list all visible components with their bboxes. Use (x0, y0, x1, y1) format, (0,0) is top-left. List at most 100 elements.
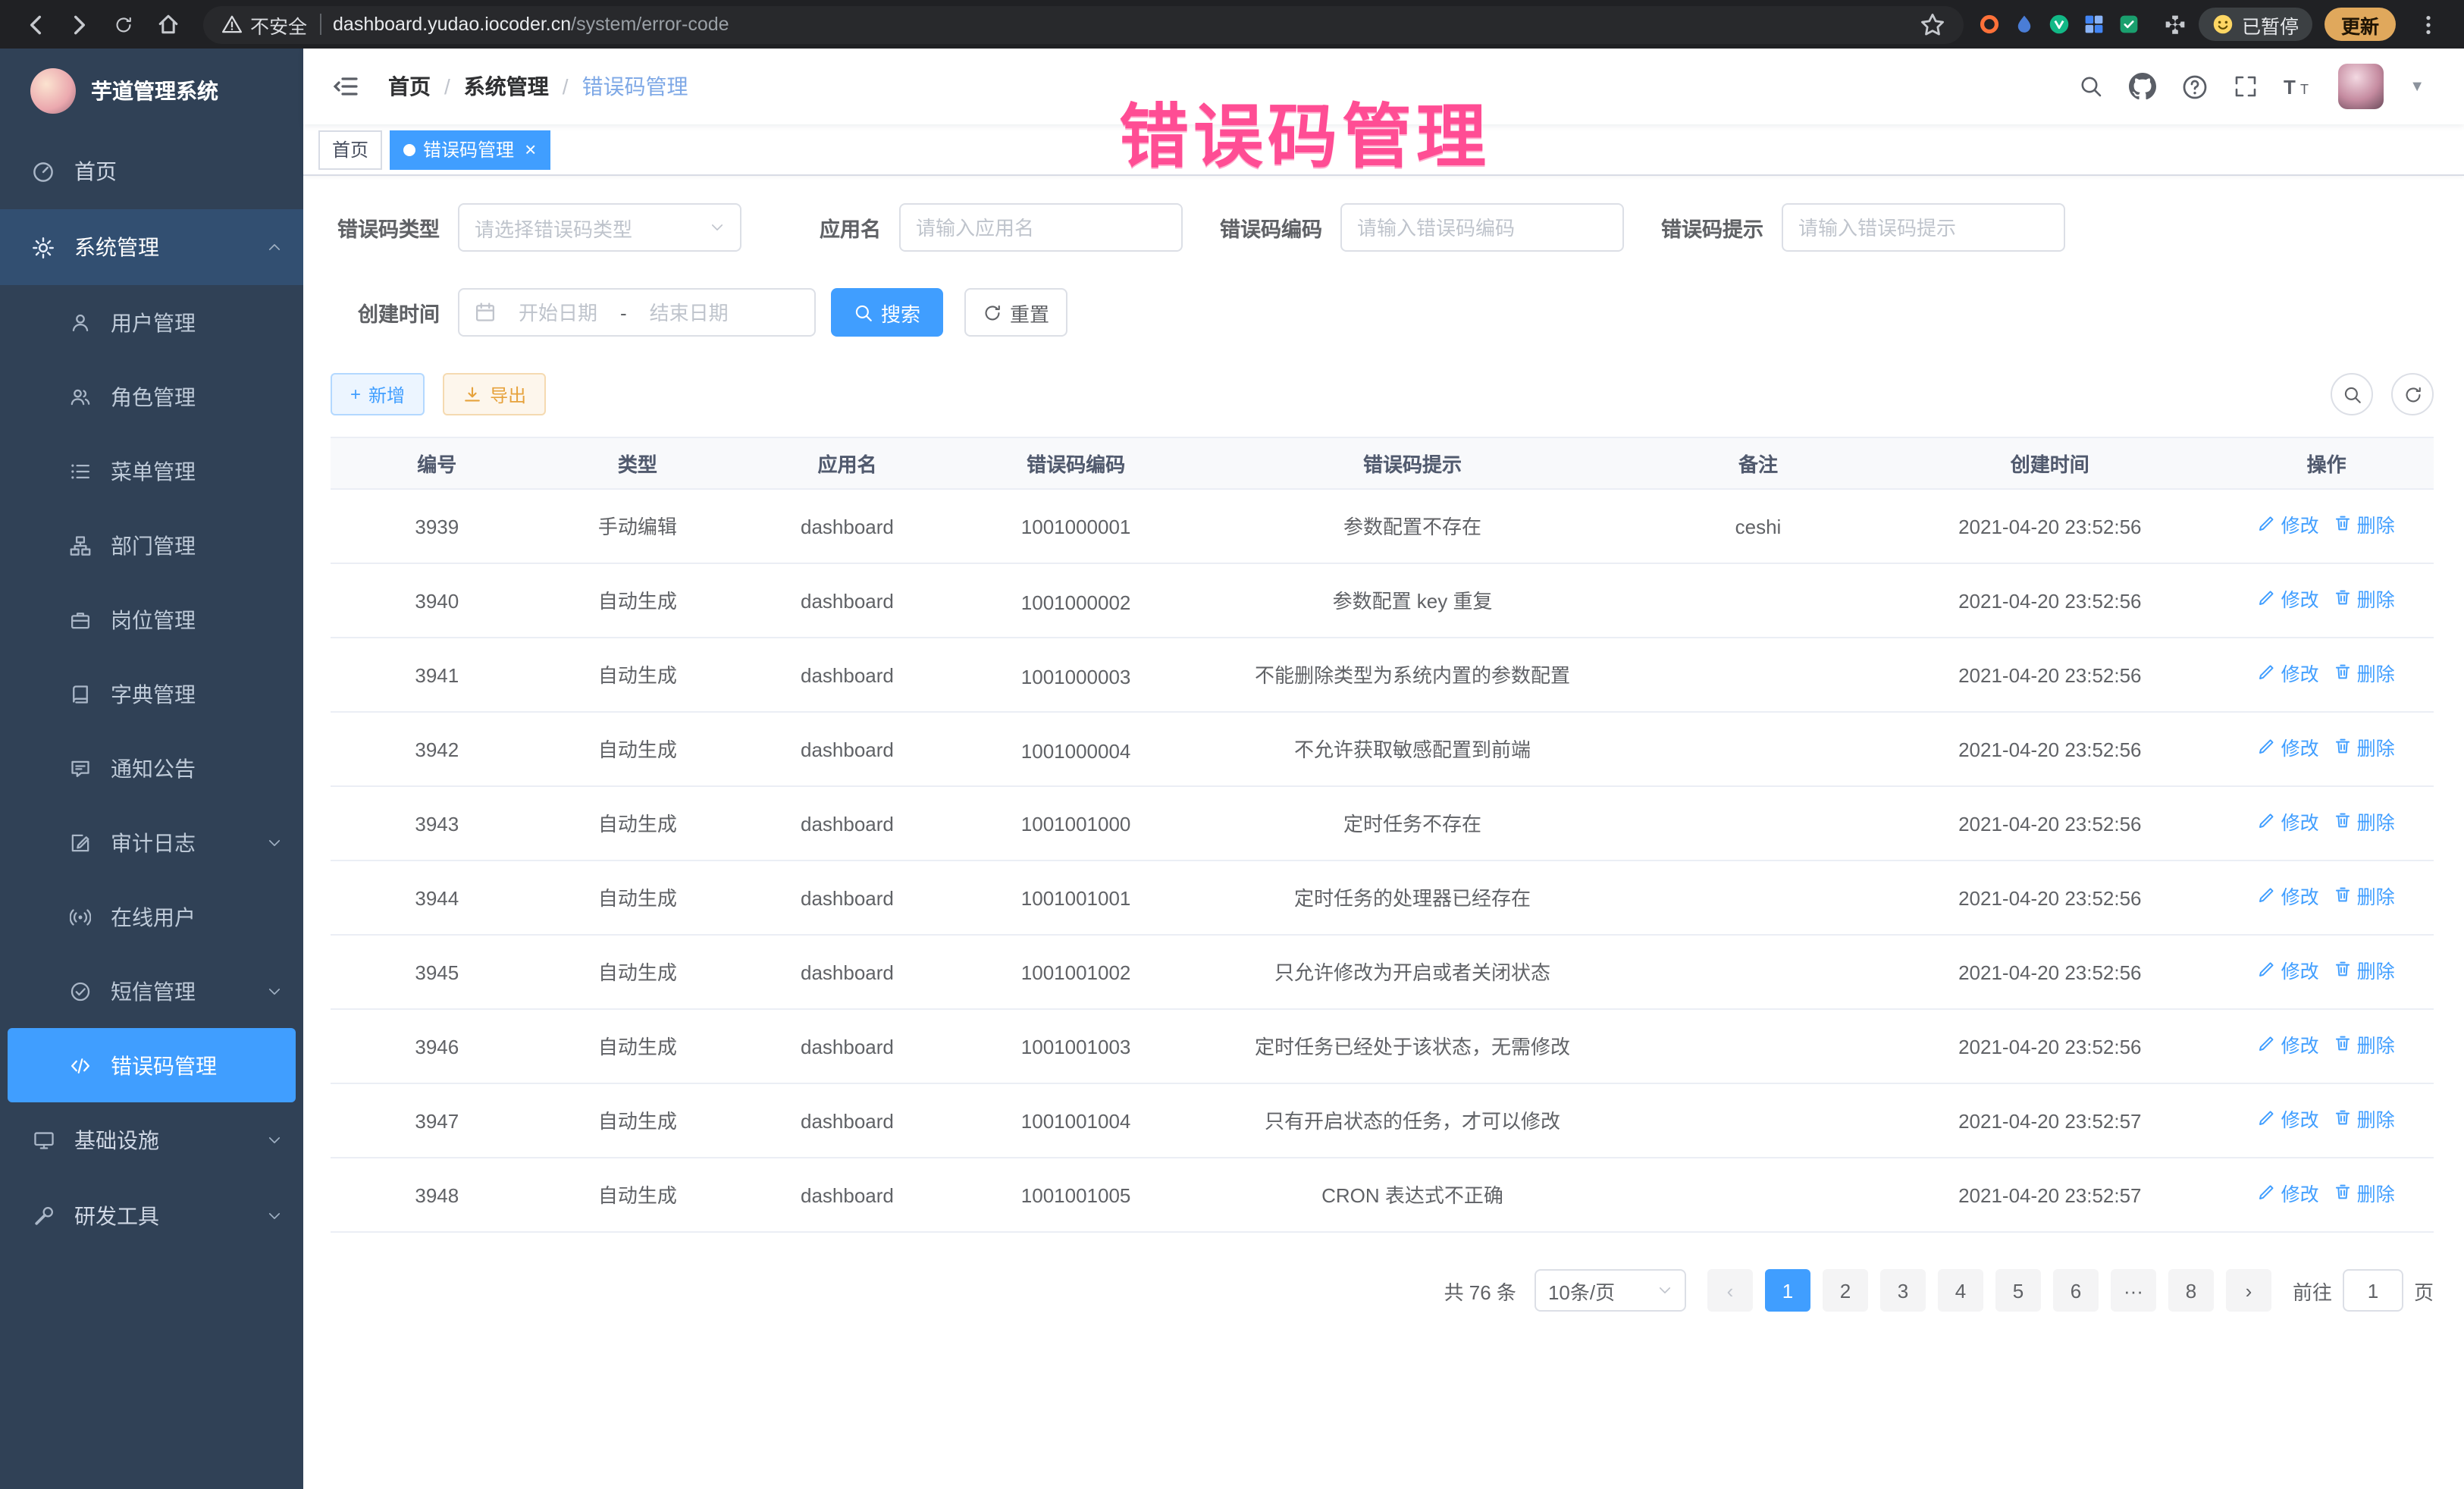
edit-link[interactable]: 修改 (2259, 955, 2319, 990)
update-button[interactable]: 更新 (2324, 8, 2396, 41)
delete-link[interactable]: 删除 (2334, 881, 2395, 916)
breadcrumb-system[interactable]: 系统管理 (464, 71, 549, 102)
goto-page-input[interactable] (2343, 1269, 2403, 1312)
search-button[interactable]: 搜索 (831, 288, 943, 337)
sidebar-item-menus[interactable]: 菜单管理 (0, 434, 303, 508)
refresh-table-button[interactable] (2391, 373, 2434, 415)
pager-page-3[interactable]: 3 (1880, 1269, 1926, 1312)
search-icon[interactable] (2079, 74, 2103, 99)
delete-link[interactable]: 删除 (2334, 1178, 2395, 1213)
cell-app: dashboard (732, 489, 963, 563)
page-size-select[interactable]: 10条/页 (1535, 1269, 1686, 1312)
date-range-picker[interactable]: - (458, 288, 816, 337)
sidebar-item-home[interactable]: 首页 (0, 133, 303, 209)
cell-time: 2021-04-20 23:52:56 (1880, 489, 2219, 563)
sidebar-item-notices[interactable]: 通知公告 (0, 731, 303, 805)
security-label[interactable]: 不安全 (221, 10, 307, 39)
reset-button[interactable]: 重置 (964, 288, 1067, 337)
pager-next[interactable]: › (2226, 1269, 2271, 1312)
pager-page-1[interactable]: 1 (1765, 1269, 1810, 1312)
pager-page-2[interactable]: 2 (1823, 1269, 1868, 1312)
browser-menu-icon[interactable] (2408, 5, 2449, 44)
edit-link[interactable]: 修改 (2259, 1178, 2319, 1213)
extension-icon-green-v[interactable] (2049, 14, 2071, 35)
sidebar-item-depts[interactable]: 部门管理 (0, 508, 303, 582)
delete-link[interactable]: 删除 (2334, 807, 2395, 842)
extension-icon-green-badge[interactable] (2119, 14, 2140, 35)
bookmark-star-icon[interactable] (1920, 11, 1946, 37)
fullscreen-icon[interactable] (2234, 74, 2258, 99)
edit-link[interactable]: 修改 (2259, 658, 2319, 693)
sidebar-item-dev-tools[interactable]: 研发工具 (0, 1178, 303, 1254)
pager-more[interactable]: ··· (2111, 1269, 2156, 1312)
error-hint-input[interactable] (1798, 216, 2049, 239)
sidebar-item-roles[interactable]: 角色管理 (0, 359, 303, 434)
sidebar-fold-icon[interactable] (318, 74, 373, 99)
extensions-puzzle-icon[interactable] (2155, 5, 2196, 44)
tag-error-code[interactable]: 错误码管理 × (390, 130, 550, 169)
chevron-down-icon (267, 1133, 282, 1148)
forward-icon[interactable] (59, 5, 100, 44)
cell-app: dashboard (732, 860, 963, 935)
help-icon[interactable] (2182, 74, 2208, 99)
sidebar-item-online-users[interactable]: 在线用户 (0, 879, 303, 954)
pager-page-6[interactable]: 6 (2053, 1269, 2099, 1312)
pager-page-4[interactable]: 4 (1938, 1269, 1983, 1312)
sidebar-item-dicts[interactable]: 字典管理 (0, 657, 303, 731)
tag-home[interactable]: 首页 (318, 130, 382, 169)
sidebar-item-sms[interactable]: 短信管理 (0, 954, 303, 1028)
pager-prev[interactable]: ‹ (1707, 1269, 1753, 1312)
edit-link[interactable]: 修改 (2259, 881, 2319, 916)
pager-page-8[interactable]: 8 (2168, 1269, 2214, 1312)
error-code-input[interactable] (1357, 216, 1607, 239)
app-name-input[interactable] (916, 216, 1166, 239)
delete-link[interactable]: 删除 (2334, 1104, 2395, 1139)
github-icon[interactable] (2129, 73, 2156, 100)
back-icon[interactable] (15, 5, 56, 44)
delete-link[interactable]: 删除 (2334, 955, 2395, 990)
home-icon[interactable] (147, 5, 188, 44)
toggle-search-button[interactable] (2331, 373, 2373, 415)
table-toolbar: + 新增 导出 (331, 373, 2434, 415)
edit-link[interactable]: 修改 (2259, 1030, 2319, 1064)
delete-link[interactable]: 删除 (2334, 658, 2395, 693)
sidebar-item-label: 审计日志 (111, 827, 196, 857)
sidebar-item-posts[interactable]: 岗位管理 (0, 582, 303, 657)
extension-icon-orange-ring[interactable] (1980, 14, 2001, 35)
delete-link[interactable]: 删除 (2334, 732, 2395, 767)
svg-text:T: T (2300, 82, 2309, 97)
chevron-down-icon (267, 983, 282, 998)
logo[interactable]: 芋道管理系统 (0, 49, 303, 133)
delete-link[interactable]: 删除 (2334, 509, 2395, 544)
end-date-input[interactable] (633, 301, 745, 324)
sidebar-item-audit-log[interactable]: 审计日志 (0, 805, 303, 879)
edit-link[interactable]: 修改 (2259, 807, 2319, 842)
sidebar-item-infra[interactable]: 基础设施 (0, 1102, 303, 1178)
sidebar-item-users[interactable]: 用户管理 (0, 285, 303, 359)
tag-close-icon[interactable]: × (525, 139, 536, 159)
edit-link[interactable]: 修改 (2259, 584, 2319, 619)
chevron-down-icon[interactable]: ▼ (2409, 78, 2425, 95)
address-bar[interactable]: 不安全 dashboard.yudao.iocoder.cn/system/er… (203, 5, 1964, 43)
user-avatar[interactable] (2338, 64, 2384, 109)
extension-icon-blue-drop[interactable] (2014, 14, 2036, 35)
add-button[interactable]: + 新增 (331, 373, 425, 415)
extension-icon-blue-grid[interactable] (2084, 14, 2105, 35)
delete-link[interactable]: 删除 (2334, 1030, 2395, 1064)
start-date-input[interactable] (502, 301, 614, 324)
paused-badge[interactable]: 已暂停 (2199, 8, 2312, 41)
sidebar-item-system[interactable]: 系统管理 (0, 209, 303, 285)
error-type-select[interactable]: 请选择错误码类型 (458, 203, 741, 252)
edit-link[interactable]: 修改 (2259, 509, 2319, 544)
reload-icon[interactable] (103, 5, 144, 44)
edit-link[interactable]: 修改 (2259, 732, 2319, 767)
sidebar-item-error-code[interactable]: 错误码管理 (8, 1028, 296, 1102)
export-button[interactable]: 导出 (443, 373, 546, 415)
table-row: 3944自动生成dashboard1001001001定时任务的处理器已经存在2… (331, 860, 2434, 935)
edit-link[interactable]: 修改 (2259, 1104, 2319, 1139)
delete-link[interactable]: 删除 (2334, 584, 2395, 619)
breadcrumb-home[interactable]: 首页 (388, 71, 431, 102)
font-size-icon[interactable]: TT (2284, 74, 2312, 99)
cell-remark (1636, 786, 1881, 860)
pager-page-5[interactable]: 5 (1995, 1269, 2041, 1312)
